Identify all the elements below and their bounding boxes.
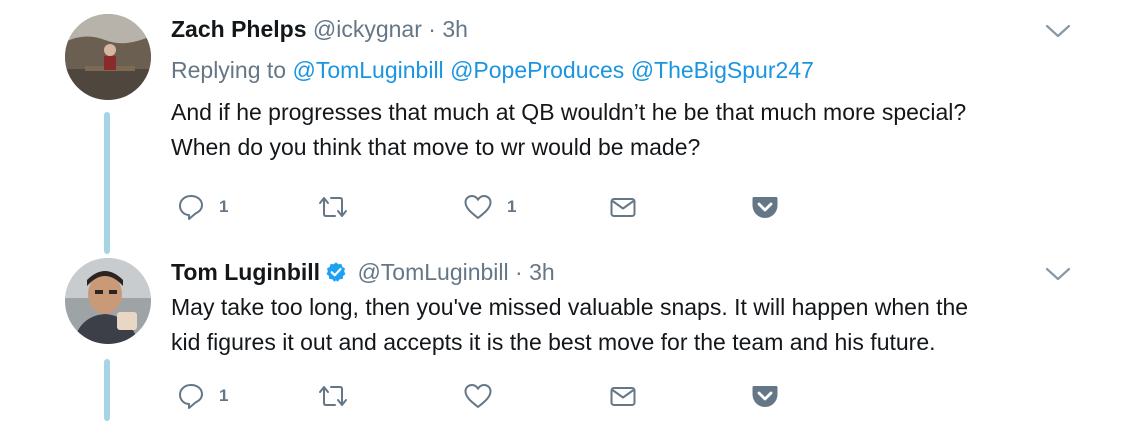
timestamp[interactable]: 3h (529, 259, 555, 285)
pocket-icon (752, 386, 778, 407)
avatar[interactable] (65, 258, 151, 344)
retweet-icon (319, 386, 347, 406)
separator: · (428, 16, 436, 42)
reply-icon (179, 384, 203, 409)
direct-message-button[interactable] (609, 381, 637, 411)
tweet-actions: 1 1 (171, 192, 811, 222)
tweet[interactable]: Tom Luginbill @TomLuginbill · 3h May tak… (0, 245, 1140, 422)
mention-link[interactable]: @TheBigSpur247 (631, 57, 814, 83)
direct-message-button[interactable] (609, 192, 637, 222)
retweet-button[interactable] (317, 192, 363, 222)
heart-icon (464, 195, 492, 219)
retweet-icon (319, 197, 347, 217)
reply-button[interactable]: 1 (177, 192, 228, 222)
envelope-icon (610, 387, 636, 406)
separator: · (515, 259, 523, 285)
display-name[interactable]: Zach Phelps (171, 16, 306, 42)
username[interactable]: @TomLuginbill (357, 259, 508, 285)
thread-line (104, 359, 110, 421)
username[interactable]: @ickygnar (313, 16, 422, 42)
heart-icon (464, 384, 492, 408)
pocket-button[interactable] (751, 381, 779, 411)
like-button[interactable] (463, 381, 507, 411)
timestamp[interactable]: 3h (442, 16, 468, 42)
reply-icon (179, 195, 203, 220)
tweet-actions: 1 (171, 381, 811, 411)
thread-line (104, 112, 110, 254)
avatar[interactable] (65, 14, 151, 100)
like-count: 1 (507, 197, 517, 216)
mention-link[interactable]: @PopeProduces (450, 57, 624, 83)
reply-count: 1 (219, 197, 229, 216)
verified-badge-icon (326, 262, 346, 282)
replying-prefix: Replying to (171, 57, 287, 83)
reply-button[interactable]: 1 (177, 381, 228, 411)
tweet-text-line: When do you think that move to wr would … (171, 134, 701, 160)
tweet-text-line: kid figures it out and accepts it is the… (171, 329, 936, 355)
pocket-icon (752, 197, 778, 218)
reply-count: 1 (219, 386, 229, 405)
replying-to: Replying to @TomLuginbill @PopeProduces … (171, 55, 814, 85)
tweet-header: Tom Luginbill @TomLuginbill · 3h (171, 255, 555, 289)
retweet-button[interactable] (317, 381, 363, 411)
tweet-text-line: May take too long, then you've missed va… (171, 294, 969, 320)
chevron-down-icon[interactable] (1044, 22, 1072, 40)
mention-link[interactable]: @TomLuginbill (292, 57, 443, 83)
tweet-text: May take too long, then you've missed va… (171, 290, 1111, 360)
chevron-down-icon[interactable] (1044, 265, 1072, 283)
tweet[interactable]: Zach Phelps @ickygnar · 3h Replying to @… (0, 0, 1140, 254)
tweet-text: And if he progresses that much at QB wou… (171, 95, 1111, 165)
tweet-text-line: And if he progresses that much at QB wou… (171, 99, 967, 125)
envelope-icon (610, 198, 636, 217)
like-button[interactable]: 1 (463, 192, 516, 222)
display-name[interactable]: Tom Luginbill (171, 259, 320, 285)
pocket-button[interactable] (751, 192, 779, 222)
tweet-header: Zach Phelps @ickygnar · 3h (171, 12, 468, 46)
